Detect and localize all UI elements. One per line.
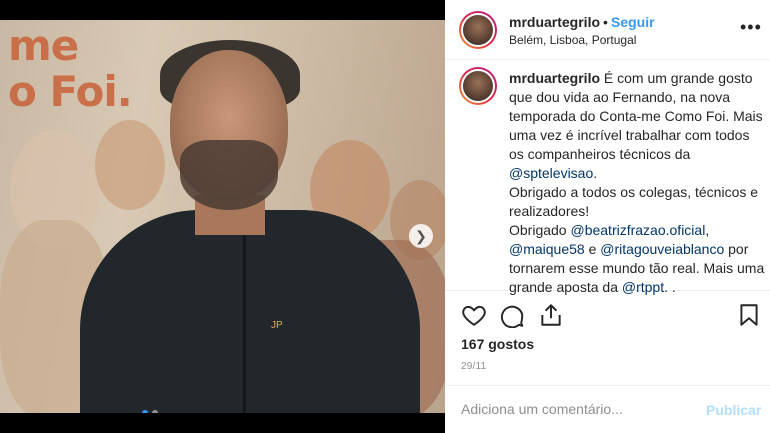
chevron-right-icon: ❯ [415,228,427,244]
publish-button[interactable]: Publicar [706,402,761,418]
location-link[interactable]: Belém, Lisboa, Portugal [509,33,636,47]
poster-text-line2: o Foi. [8,67,133,116]
heart-icon[interactable] [461,302,487,328]
post-header: mrduartegrilo • Seguir Belém, Lisboa, Po… [445,0,770,60]
bookmark-icon[interactable] [736,302,762,328]
post-photo[interactable]: me o Foi. JP ❯ [0,20,445,413]
mention-ritagouveiablanco[interactable]: @ritagouveiablanco [600,241,724,257]
header-avatar[interactable] [459,11,497,49]
poster-text-line1: me [8,21,79,70]
header-separator: • [603,14,608,30]
post-date[interactable]: 29/11 [461,361,486,372]
caption-line2: Obrigado a todos os colegas, técnicos e … [509,184,759,219]
mention-sptelevisao[interactable]: @sptelevisao [509,165,593,181]
comment-input[interactable] [461,401,681,417]
header-username[interactable]: mrduartegrilo [509,14,600,30]
person-jacket [80,210,420,413]
background-figure-center [95,120,165,210]
post-actions [445,292,770,332]
comment-form: Publicar [445,385,770,433]
caption-text: mrduartegrilo É com um grande gosto que … [509,70,765,295]
share-icon[interactable] [538,302,564,328]
background-poster-text: me o Foi. [8,21,133,116]
mention-maique58[interactable]: @maique58 [509,241,585,257]
likes-count[interactable]: 167 gostos [461,336,534,352]
follow-button[interactable]: Seguir [611,14,655,30]
mention-beatrizfrazao[interactable]: @beatrizfrazao.oficial [570,222,705,238]
post-caption: mrduartegrilo É com um grande gosto que … [445,61,770,295]
caption-avatar[interactable] [459,67,497,105]
comment-icon[interactable] [499,302,525,328]
more-horizontal-icon[interactable]: ••• [740,17,762,38]
bottom-black-bar [0,413,445,433]
jacket-logo: JP [271,320,283,331]
person-beard [180,140,278,210]
post-side-panel: mrduartegrilo • Seguir Belém, Lisboa, Po… [445,0,770,433]
jacket-zipper [243,230,246,413]
next-photo-button[interactable]: ❯ [409,224,433,248]
caption-username[interactable]: mrduartegrilo [509,70,600,86]
